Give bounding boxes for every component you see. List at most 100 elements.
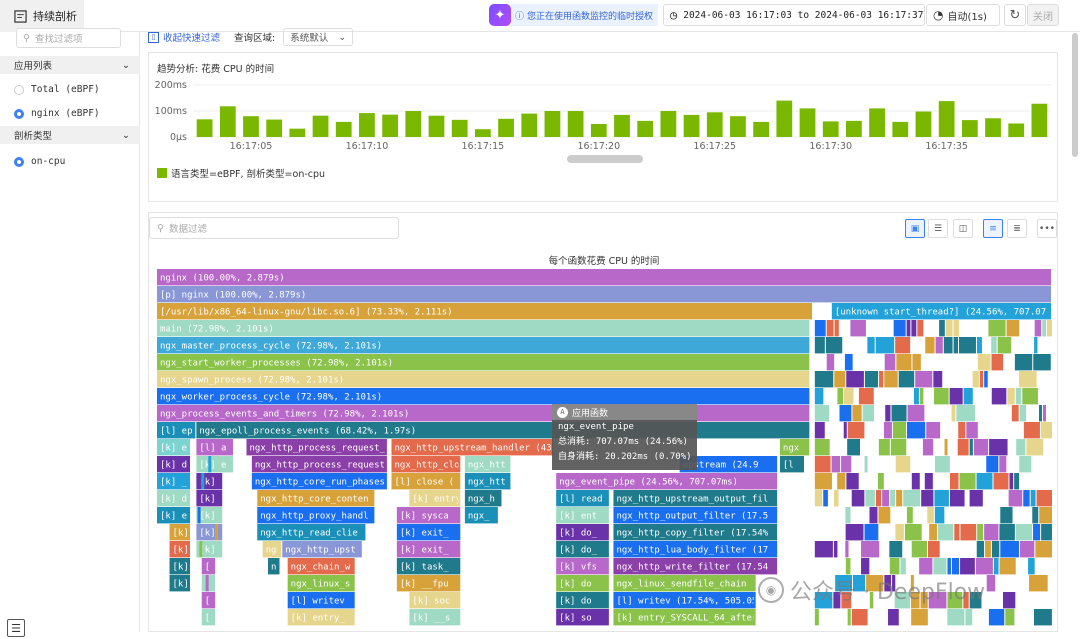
flame-frame-rect[interactable] xyxy=(841,456,852,473)
flame-frame-rect[interactable] xyxy=(851,490,865,507)
flame-frame-rect[interactable] xyxy=(865,490,875,507)
flame-frame[interactable]: ngx_http_upst xyxy=(282,541,362,558)
flame-frame-rect[interactable] xyxy=(889,558,900,575)
flame-frame[interactable]: nginx (100.00%, 2.879s) xyxy=(157,269,1051,286)
flame-frame-rect[interactable] xyxy=(915,371,933,388)
flame-frame-rect[interactable] xyxy=(1019,456,1032,473)
flame-frame-rect[interactable] xyxy=(814,490,823,507)
flame-frame-rect[interactable] xyxy=(814,456,831,473)
flame-frame-rect[interactable] xyxy=(814,541,833,558)
flame-frame-rect[interactable] xyxy=(837,473,846,490)
flame-frame-rect[interactable] xyxy=(201,473,205,490)
flame-frame-rect[interactable] xyxy=(988,609,1005,626)
bar[interactable] xyxy=(799,108,816,137)
flame-frame[interactable]: [k] __fpu xyxy=(396,575,461,592)
flame-frame-rect[interactable] xyxy=(921,490,934,507)
flame-frame[interactable]: [k] soc xyxy=(409,592,461,609)
flame-frame[interactable]: [k] do_ xyxy=(556,524,609,541)
flame-frame-rect[interactable] xyxy=(1016,439,1026,456)
flame-frame-rect[interactable] xyxy=(883,422,892,439)
bar[interactable] xyxy=(219,106,236,137)
flame-frame[interactable]: ngx_http_clo xyxy=(391,456,461,473)
flame-frame-rect[interactable] xyxy=(896,354,912,371)
flame-frame-rect[interactable] xyxy=(862,405,875,422)
flame-frame-rect[interactable] xyxy=(960,524,977,541)
bar[interactable] xyxy=(590,124,607,137)
flame-frame-rect[interactable] xyxy=(875,337,895,354)
flame-frame-rect[interactable] xyxy=(959,473,976,490)
flame-frame-rect[interactable] xyxy=(197,507,201,524)
flame-frame-rect[interactable] xyxy=(891,405,907,422)
bar[interactable] xyxy=(1031,103,1048,137)
bar[interactable] xyxy=(938,101,955,137)
bar[interactable] xyxy=(544,111,561,137)
flame-frame-rect[interactable] xyxy=(1038,405,1042,422)
flame-frame-rect[interactable] xyxy=(999,456,1007,473)
flame-frame[interactable]: ngx_htt xyxy=(464,456,511,473)
flame-frame[interactable]: ngx_epoll_process_events (68.42%, 1.97s) xyxy=(196,422,810,439)
flame-frame-rect[interactable] xyxy=(884,354,896,371)
flame-frame-rect[interactable] xyxy=(934,490,949,507)
flame-frame-rect[interactable] xyxy=(927,507,934,524)
flame-frame-rect[interactable] xyxy=(893,320,906,337)
flame-frame-rect[interactable] xyxy=(205,575,209,592)
flame-frame-rect[interactable] xyxy=(993,558,999,575)
query-area-select[interactable]: 系统默认 ⌄ xyxy=(283,28,354,46)
flame-frame-rect[interactable] xyxy=(953,337,959,354)
flame-frame-rect[interactable] xyxy=(922,439,934,456)
flame-frame[interactable]: [k] xyxy=(169,541,191,558)
temp-auth-notice[interactable]: ⓘ 您正在使用函数监控的临时授权 xyxy=(511,4,658,26)
flame-frame-rect[interactable] xyxy=(917,320,924,337)
flame-frame-rect[interactable] xyxy=(826,320,834,337)
flame-frame-rect[interactable] xyxy=(1032,507,1039,524)
flame-frame[interactable]: [k] xyxy=(196,473,223,490)
flame-frame-rect[interactable] xyxy=(911,320,917,337)
flame-frame[interactable]: [k] do_ xyxy=(556,541,609,558)
flame-frame[interactable]: [l xyxy=(779,456,804,473)
flame-frame-rect[interactable] xyxy=(895,337,911,354)
flame-frame-rect[interactable] xyxy=(837,388,844,405)
flame-frame-rect[interactable] xyxy=(843,422,847,439)
flame-frame-rect[interactable] xyxy=(845,524,864,541)
flame-frame-rect[interactable] xyxy=(1039,507,1052,524)
flame-frame-rect[interactable] xyxy=(949,490,965,507)
flame-frame[interactable]: [k] e xyxy=(157,439,191,456)
view-table-button[interactable]: ☰ xyxy=(928,219,948,238)
bar[interactable] xyxy=(359,113,375,137)
flame-frame[interactable]: [k] entry_SYSCALL_64_after_h xyxy=(613,609,768,626)
flame-frame[interactable]: [l] writev xyxy=(287,592,355,609)
flame-frame[interactable]: ngx_chain_w xyxy=(287,558,355,575)
flame-frame-rect[interactable] xyxy=(947,609,965,626)
flame-frame-rect[interactable] xyxy=(858,388,874,405)
flame-frame-rect[interactable] xyxy=(945,320,953,337)
flame-frame-rect[interactable] xyxy=(979,371,984,388)
bar[interactable] xyxy=(405,111,422,137)
flame-frame-rect[interactable] xyxy=(943,337,953,354)
flame-frame[interactable]: [ xyxy=(201,558,216,575)
flame-frame-rect[interactable] xyxy=(826,354,835,371)
flame-frame-rect[interactable] xyxy=(867,337,875,354)
flame-frame-rect[interactable] xyxy=(937,524,954,541)
flame-frame-rect[interactable] xyxy=(851,609,868,626)
flame-frame-rect[interactable] xyxy=(928,541,940,558)
flame-frame[interactable]: n xyxy=(267,558,280,575)
more-button[interactable]: ••• xyxy=(1037,219,1057,238)
flame-frame-rect[interactable] xyxy=(988,320,1006,337)
flame-frame-rect[interactable] xyxy=(1036,490,1052,507)
flame-frame-rect[interactable] xyxy=(969,490,983,507)
flame-frame-rect[interactable] xyxy=(814,439,830,456)
flame-frame-rect[interactable] xyxy=(919,388,924,405)
flame-frame-rect[interactable] xyxy=(1014,354,1033,371)
bar[interactable] xyxy=(753,121,770,137)
flame-frame-rect[interactable] xyxy=(831,456,841,473)
flame-frame-rect[interactable] xyxy=(984,524,999,541)
refresh-button[interactable]: ↻ xyxy=(1004,4,1026,26)
flame-frame[interactable]: [k] entry_ xyxy=(287,609,355,626)
flame-frame-rect[interactable] xyxy=(911,609,928,626)
flame-frame-rect[interactable] xyxy=(1015,524,1033,541)
flame-frame-rect[interactable] xyxy=(986,575,996,592)
flame-frame-rect[interactable] xyxy=(845,558,851,575)
flame-frame[interactable]: [k] ent xyxy=(556,507,609,524)
bar[interactable] xyxy=(243,116,259,137)
flame-frame-rect[interactable] xyxy=(833,541,838,558)
